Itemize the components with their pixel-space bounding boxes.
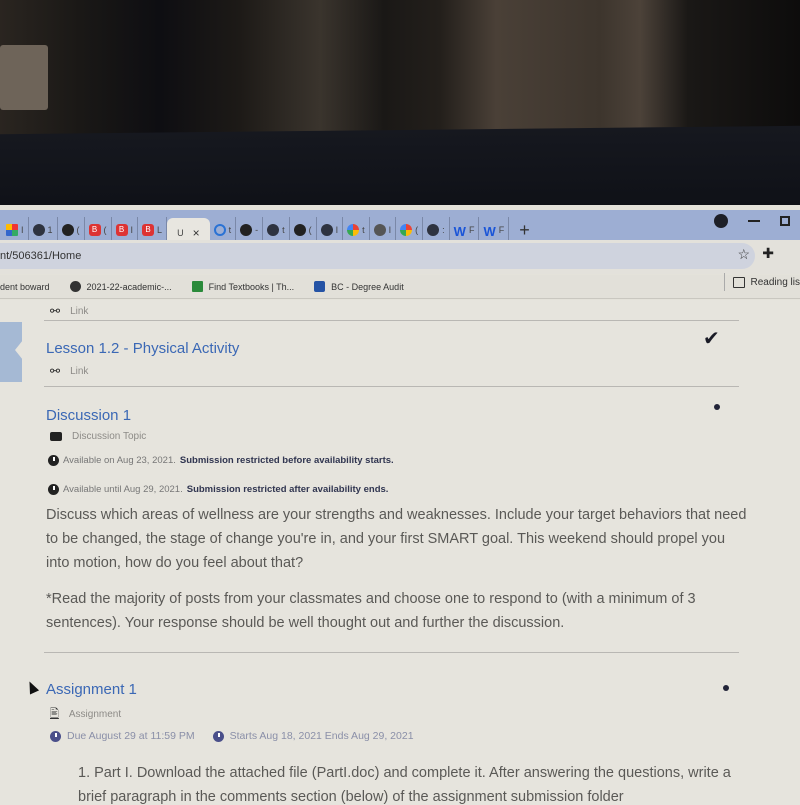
link-icon: ⚯ — [50, 364, 61, 378]
clock-icon — [212, 730, 224, 742]
bookmarks-bar: dent boward 2021-22-academic-... Find Te… — [0, 275, 800, 299]
assignment-body: 1. Part I. Download the attached file (P… — [78, 765, 731, 805]
b-app-icon: B — [142, 224, 155, 236]
word-icon: W — [453, 224, 466, 239]
unread-dot-icon — [714, 404, 720, 410]
clock-icon — [50, 730, 61, 742]
shield-icon — [240, 224, 253, 236]
google-icon — [400, 224, 413, 236]
extensions-puzzle-icon[interactable]: ✚ — [762, 245, 774, 262]
reading-list-button[interactable]: Reading lis — [723, 273, 800, 291]
assignment-type: 🖹 Assignment — [50, 705, 121, 724]
bookmark-item[interactable]: BC - Degree Audit — [314, 281, 404, 292]
bookmark-item[interactable]: 2021-22-academic-... — [69, 281, 172, 292]
globe-icon — [32, 224, 45, 236]
globe-icon — [69, 281, 81, 292]
minimize-button[interactable] — [748, 220, 760, 222]
discussion-type: Discussion Topic — [50, 431, 146, 442]
assignment-dates: Due August 29 at 11:59 PM Starts Aug 18,… — [50, 730, 414, 742]
link-icon: ⚯ — [50, 304, 61, 318]
dark-circle-icon — [61, 224, 74, 236]
toolbar: nt/506361/Home ☆ — [0, 240, 800, 274]
b-app-icon: B — [115, 224, 128, 236]
new-tab-button[interactable]: + — [509, 220, 540, 241]
page-content: ⚯ Link Lesson 1.2 - Physical Activity ⚯ … — [0, 300, 800, 805]
browser-window: I 1 ( B( BI BL U × t - t ( I t I ( : WF W… — [0, 205, 800, 805]
discussion-icon — [50, 432, 62, 441]
address-bar[interactable]: nt/506361/Home — [0, 243, 755, 269]
dark-circle-icon — [293, 224, 306, 236]
discussion-title-link[interactable]: Discussion 1 — [46, 407, 131, 424]
divider — [44, 386, 739, 387]
discussion-body-paragraph: Discuss which areas of wellness are your… — [46, 507, 747, 571]
assignment-icon: 🖹 — [50, 708, 59, 720]
background-room — [0, 0, 800, 140]
prev-item-sub: ⚯ Link — [50, 304, 89, 318]
b-app-icon: B — [88, 224, 101, 236]
lesson-type: ⚯ Link — [50, 364, 89, 378]
completed-check-icon: ✔ — [703, 328, 720, 350]
bookmark-star-icon[interactable]: ☆ — [737, 246, 750, 263]
divider — [44, 652, 739, 653]
sidebar-toggle[interactable] — [0, 322, 23, 382]
globe-icon — [427, 224, 440, 236]
monitor-bezel — [0, 125, 800, 215]
assignment-title-link[interactable]: Assignment 1 — [46, 681, 137, 698]
url-text[interactable]: nt/506361/Home — [0, 250, 81, 262]
globe-icon — [320, 224, 333, 236]
window-controls — [714, 214, 800, 228]
bookmark-item[interactable]: dent boward — [0, 282, 50, 292]
reading-list-icon — [732, 276, 745, 288]
bookmark-item[interactable]: Find Textbooks | Th... — [191, 281, 294, 292]
restore-button[interactable] — [780, 216, 790, 226]
profile-icon[interactable] — [714, 214, 728, 228]
apps-grid-icon — [6, 224, 18, 236]
divider — [44, 320, 739, 321]
question-circle-icon — [213, 224, 226, 236]
mouse-cursor-icon — [24, 679, 40, 695]
bc-icon — [314, 281, 326, 292]
clock-icon — [48, 455, 59, 466]
discussion-body-paragraph: *Read the majority of posts from your cl… — [46, 591, 696, 631]
lesson-title-link[interactable]: Lesson 1.2 - Physical Activity — [46, 340, 239, 357]
wall-plate — [0, 45, 48, 110]
unread-dot-icon — [723, 685, 729, 691]
availability-start: Available on Aug 23, 2021. Submission re… — [48, 455, 394, 466]
google-icon — [347, 224, 360, 236]
clock-icon — [48, 484, 59, 495]
availability-end: Available until Aug 29, 2021. Submission… — [48, 484, 388, 495]
globe-icon — [267, 224, 280, 236]
textbook-icon — [191, 281, 203, 292]
chrome-icon — [373, 224, 386, 236]
close-tab-icon[interactable]: × — [193, 226, 200, 240]
word-icon: W — [483, 224, 496, 239]
